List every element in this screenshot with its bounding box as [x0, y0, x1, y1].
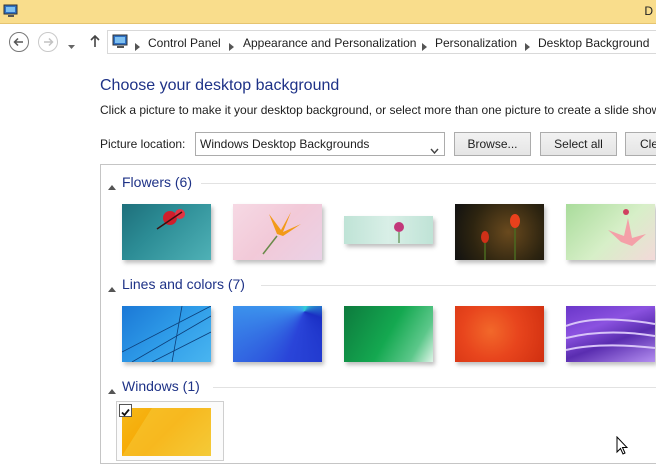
control-panel-icon [3, 3, 19, 19]
up-arrow-icon[interactable] [89, 34, 101, 53]
clear-all-button[interactable]: Cle [625, 132, 656, 156]
wallpaper-thumbnail[interactable] [455, 204, 544, 260]
wallpaper-thumbnail[interactable] [566, 204, 655, 260]
title-bar: D [0, 0, 656, 24]
purple-waves-image [565, 318, 656, 351]
mouse-cursor-icon [616, 435, 629, 460]
group-divider [213, 387, 656, 388]
collapse-arrow-icon[interactable] [108, 280, 116, 298]
recent-locations-chevron-down-icon[interactable] [67, 37, 76, 55]
chevron-down-icon [430, 141, 439, 159]
wallpaper-thumbnail[interactable] [122, 204, 211, 260]
group-divider [201, 183, 656, 184]
red-flower-image [156, 209, 185, 230]
breadcrumb-separator-icon [525, 38, 530, 56]
collapse-arrow-icon[interactable] [108, 178, 116, 196]
pink-lily-image [608, 209, 646, 246]
page-description: Click a picture to make it your desktop … [100, 103, 656, 117]
wallpaper-thumbnail[interactable] [565, 306, 656, 362]
yellow-windows-image [122, 408, 211, 456]
back-arrow-icon [13, 37, 23, 47]
address-bar[interactable]: Control Panel Appearance and Personaliza… [107, 30, 656, 54]
wallpaper-thumbnail[interactable] [344, 306, 433, 362]
wallpaper-thumbnail[interactable] [455, 306, 544, 362]
tulips-image [481, 214, 520, 260]
browse-button[interactable]: Browse... [454, 132, 531, 156]
forward-arrow-icon [44, 37, 54, 47]
checkmark-icon [121, 408, 130, 417]
group-label-windows: Windows (1) [122, 378, 200, 394]
picture-location-dropdown[interactable]: Windows Desktop Backgrounds [195, 132, 445, 156]
breadcrumb-personalization[interactable]: Personalization [435, 36, 517, 50]
wallpaper-thumbnail[interactable] [344, 216, 433, 244]
pink-flower-image [394, 222, 404, 243]
navigation-bar: Control Panel Appearance and Personaliza… [0, 24, 656, 58]
breadcrumb-desktop-background[interactable]: Desktop Background [538, 36, 649, 50]
picture-location-label: Picture location: [100, 137, 186, 151]
wallpaper-thumbnail[interactable] [233, 204, 322, 260]
orange-flower-image [262, 212, 301, 255]
back-button[interactable] [9, 32, 29, 52]
page-title: Choose your desktop background [100, 77, 340, 94]
group-label-lines-and-colors: Lines and colors (7) [122, 276, 245, 292]
group-label-flowers: Flowers (6) [122, 174, 193, 190]
picture-location-value: Windows Desktop Backgrounds [200, 137, 370, 151]
wallpaper-checkbox[interactable] [119, 404, 132, 417]
breadcrumb-separator-icon [422, 38, 427, 56]
breadcrumb-appearance-and-personalization[interactable]: Appearance and Personalization [243, 36, 416, 50]
breadcrumb-separator-icon [135, 38, 140, 56]
group-divider [261, 285, 656, 286]
blue-lines-image [121, 305, 212, 363]
control-panel-icon [112, 34, 130, 55]
breadcrumb-separator-icon [229, 38, 234, 56]
forward-button[interactable] [38, 32, 58, 52]
wallpaper-thumbnail[interactable] [121, 305, 212, 363]
wallpaper-thumbnail[interactable] [122, 408, 211, 456]
breadcrumb-control-panel[interactable]: Control Panel [148, 36, 221, 50]
select-all-button[interactable]: Select all [540, 132, 617, 156]
wallpaper-thumbnail[interactable] [233, 306, 322, 362]
window-title: D [644, 4, 653, 18]
collapse-arrow-icon[interactable] [108, 382, 116, 400]
